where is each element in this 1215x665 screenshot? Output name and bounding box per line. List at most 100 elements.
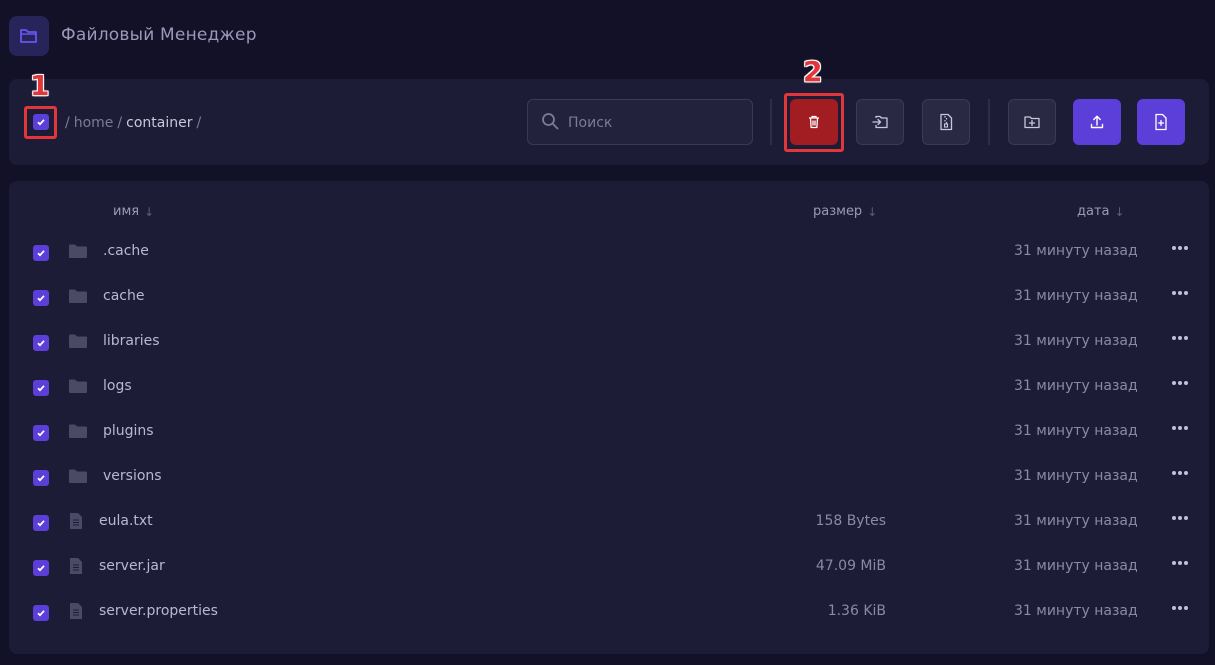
search-box bbox=[527, 99, 753, 145]
more-options-icon[interactable] bbox=[1169, 285, 1191, 301]
file-icon bbox=[68, 512, 84, 534]
breadcrumb-item-container[interactable]: container bbox=[126, 115, 192, 131]
app-header: Файловый Менеджер bbox=[0, 0, 1215, 72]
column-header-size[interactable]: размер ↓ bbox=[813, 204, 877, 219]
table-row[interactable]: plugins 31 минуту назад bbox=[9, 410, 1209, 455]
new-folder-icon bbox=[1024, 116, 1040, 129]
more-options-icon[interactable] bbox=[1169, 555, 1191, 571]
upload-icon bbox=[1090, 115, 1104, 129]
more-options-icon[interactable] bbox=[1169, 330, 1191, 346]
row-checkbox[interactable] bbox=[33, 470, 49, 486]
row-checkbox[interactable] bbox=[33, 425, 49, 441]
new-folder-button[interactable] bbox=[1008, 99, 1056, 145]
file-date: 31 минуту назад bbox=[1014, 423, 1138, 439]
check-icon bbox=[37, 520, 45, 527]
file-date: 31 минуту назад bbox=[1014, 468, 1138, 484]
annotation-label-2: 2 bbox=[803, 55, 823, 88]
folder-icon bbox=[68, 468, 88, 488]
app-title: Файловый Менеджер bbox=[61, 25, 257, 45]
toolbar-divider bbox=[770, 99, 772, 145]
more-options-icon[interactable] bbox=[1169, 420, 1191, 436]
file-size: 47.09 MiB bbox=[815, 558, 886, 574]
move-button[interactable] bbox=[856, 99, 904, 145]
row-checkbox[interactable] bbox=[33, 605, 49, 621]
sort-arrow-icon: ↓ bbox=[1114, 204, 1125, 219]
annotation-box-1 bbox=[24, 106, 57, 139]
search-icon bbox=[541, 112, 559, 134]
more-options-icon[interactable] bbox=[1169, 510, 1191, 526]
file-name[interactable]: logs bbox=[103, 378, 132, 394]
upload-button[interactable] bbox=[1073, 99, 1121, 145]
file-name[interactable]: versions bbox=[103, 468, 162, 484]
file-name[interactable]: plugins bbox=[103, 423, 154, 439]
table-row[interactable]: eula.txt 158 Bytes 31 минуту назад bbox=[9, 500, 1209, 545]
check-icon bbox=[37, 295, 45, 302]
file-name[interactable]: server.properties bbox=[99, 603, 218, 619]
file-date: 31 минуту назад bbox=[1014, 558, 1138, 574]
search-input[interactable] bbox=[568, 112, 743, 134]
file-date: 31 минуту назад bbox=[1014, 333, 1138, 349]
folder-icon bbox=[68, 288, 88, 308]
sort-arrow-icon: ↓ bbox=[867, 204, 878, 219]
file-date: 31 минуту назад bbox=[1014, 513, 1138, 529]
table-row[interactable]: logs 31 минуту назад bbox=[9, 365, 1209, 410]
check-icon bbox=[37, 250, 45, 257]
more-options-icon[interactable] bbox=[1169, 375, 1191, 391]
file-icon bbox=[68, 602, 84, 624]
more-options-icon[interactable] bbox=[1169, 465, 1191, 481]
new-file-button[interactable] bbox=[1137, 99, 1185, 145]
check-icon bbox=[37, 610, 45, 617]
row-checkbox[interactable] bbox=[33, 245, 49, 261]
folder-icon bbox=[68, 378, 88, 398]
file-date: 31 минуту назад bbox=[1014, 243, 1138, 259]
folder-icon bbox=[68, 243, 88, 263]
file-name[interactable]: eula.txt bbox=[99, 513, 153, 529]
annotation-label-1: 1 bbox=[30, 69, 50, 102]
archive-button[interactable] bbox=[922, 99, 970, 145]
column-header-date[interactable]: дата ↓ bbox=[1077, 204, 1125, 219]
breadcrumb-separator: / bbox=[196, 115, 202, 131]
sort-arrow-icon: ↓ bbox=[144, 204, 155, 219]
column-header-size-label: размер bbox=[813, 204, 863, 219]
row-checkbox[interactable] bbox=[33, 335, 49, 351]
file-name[interactable]: .cache bbox=[103, 243, 149, 259]
check-icon bbox=[37, 385, 45, 392]
check-icon bbox=[37, 565, 45, 572]
file-name[interactable]: libraries bbox=[103, 333, 160, 349]
file-date: 31 минуту назад bbox=[1014, 288, 1138, 304]
breadcrumb-separator: / bbox=[117, 115, 123, 131]
check-icon bbox=[37, 430, 45, 437]
folder-icon bbox=[68, 333, 88, 353]
toolbar-divider bbox=[988, 99, 990, 145]
table-row[interactable]: server.jar 47.09 MiB 31 минуту назад bbox=[9, 545, 1209, 590]
check-icon bbox=[37, 340, 45, 347]
table-row[interactable]: server.properties 1.36 KiB 31 минуту назад bbox=[9, 590, 1209, 635]
file-size: 158 Bytes bbox=[815, 513, 886, 529]
table-row[interactable]: .cache 31 минуту назад bbox=[9, 230, 1209, 275]
table-row[interactable]: cache 31 минуту назад bbox=[9, 275, 1209, 320]
file-name[interactable]: cache bbox=[103, 288, 144, 304]
breadcrumb: / home / container / bbox=[65, 115, 201, 131]
folder-icon[interactable] bbox=[9, 16, 49, 56]
row-checkbox[interactable] bbox=[33, 515, 49, 531]
file-size: 1.36 KiB bbox=[827, 603, 886, 619]
column-header-name[interactable]: имя ↓ bbox=[113, 204, 154, 219]
folder-icon bbox=[68, 423, 88, 443]
annotation-box-2 bbox=[784, 93, 844, 152]
file-date: 31 минуту назад bbox=[1014, 603, 1138, 619]
row-checkbox[interactable] bbox=[33, 560, 49, 576]
table-row[interactable]: versions 31 минуту назад bbox=[9, 455, 1209, 500]
breadcrumb-separator: / bbox=[65, 115, 70, 131]
row-checkbox[interactable] bbox=[33, 290, 49, 306]
archive-file-icon bbox=[940, 113, 953, 131]
more-options-icon[interactable] bbox=[1169, 240, 1191, 256]
column-header-name-label: имя bbox=[113, 204, 140, 219]
more-options-icon[interactable] bbox=[1169, 600, 1191, 616]
check-icon bbox=[37, 475, 45, 482]
file-icon bbox=[68, 557, 84, 579]
table-row[interactable]: libraries 31 минуту назад bbox=[9, 320, 1209, 365]
breadcrumb-item-home[interactable]: home bbox=[74, 115, 114, 131]
row-checkbox[interactable] bbox=[33, 380, 49, 396]
file-date: 31 минуту назад bbox=[1014, 378, 1138, 394]
file-name[interactable]: server.jar bbox=[99, 558, 165, 574]
